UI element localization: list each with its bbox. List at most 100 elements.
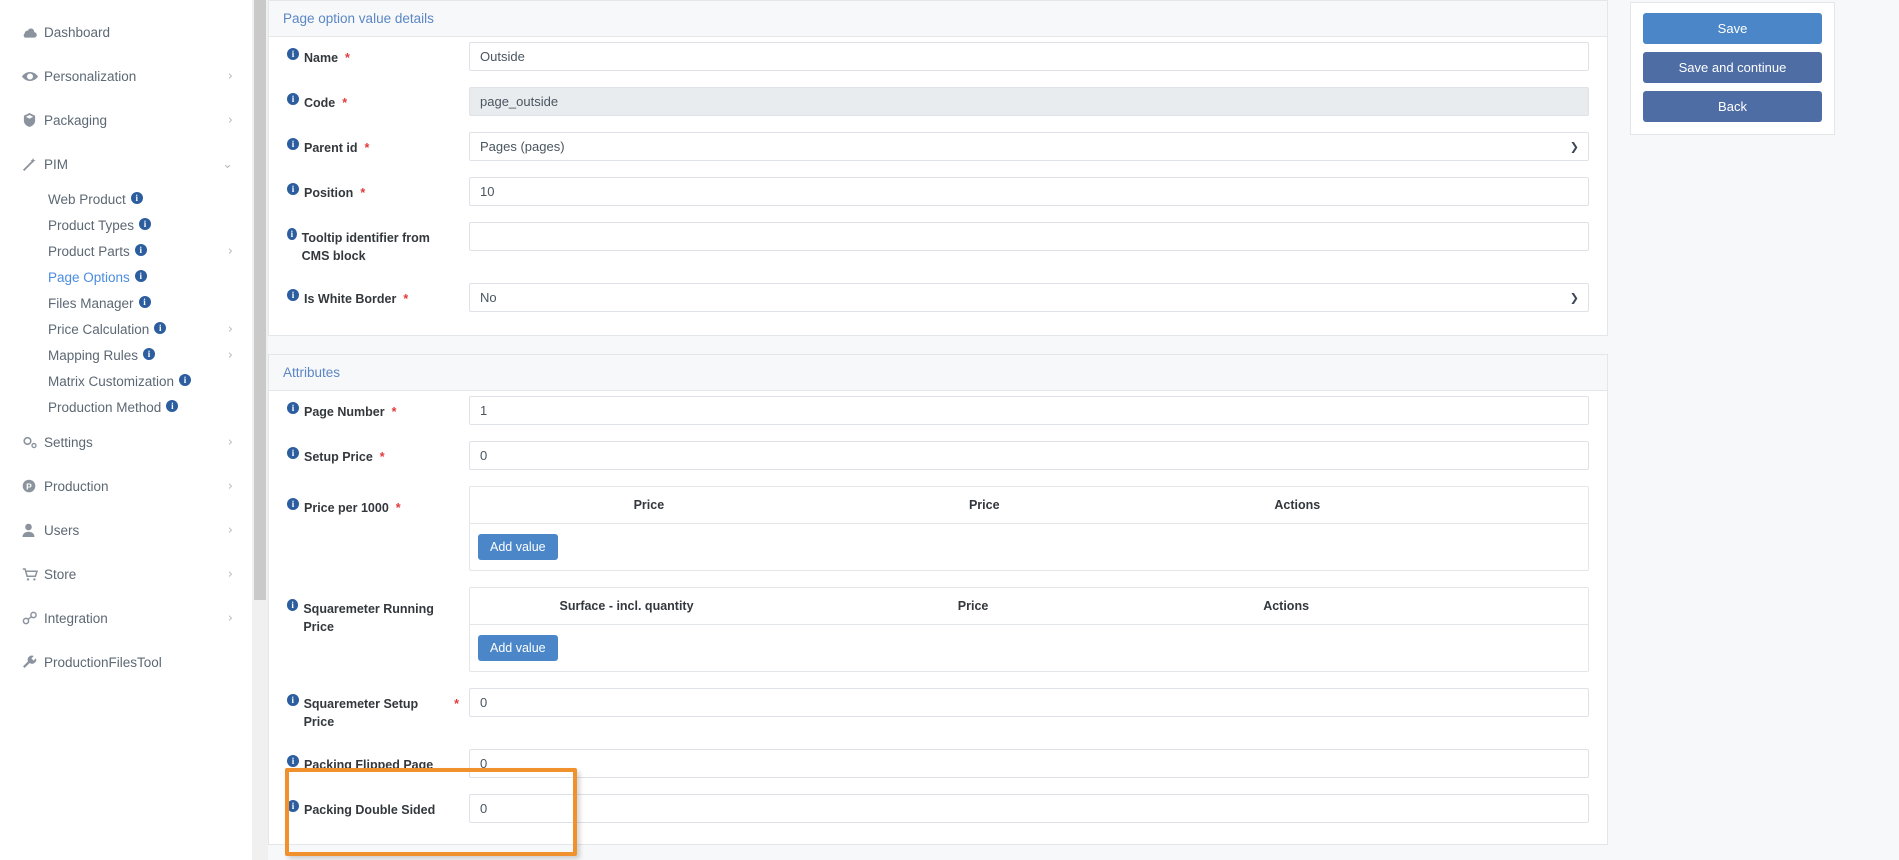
squaremeter-running-price-table: Surface - incl. quantity Price Actions A…	[469, 587, 1589, 672]
field-row-code: i Code *	[269, 82, 1607, 127]
tooltip-identifier-input[interactable]	[469, 222, 1589, 251]
label-text: Code	[304, 96, 336, 110]
field-label-code: i Code *	[269, 82, 469, 124]
label-text: Is White Border	[304, 292, 397, 306]
sidebar-item-users[interactable]: Users ›	[0, 508, 251, 552]
sidebar-subitem-label: Price Calculation	[48, 321, 150, 337]
field-label-squaremeter-setup-price: i Squaremeter Setup Price *	[269, 683, 469, 743]
field-row-parent-id: i Parent id * Pages (pages) ❯	[269, 127, 1607, 172]
label-text: Packing Double Sided	[304, 803, 436, 817]
sidebar-item-price-calculation[interactable]: Price Calculation i ›	[0, 316, 251, 342]
label-text: Squaremeter Running Price	[303, 602, 434, 634]
field-row-tooltip-identifier: i Tooltip identifier from CMS block	[269, 217, 1607, 278]
field-control-packing-flipped-page	[469, 744, 1607, 788]
price-per-1000-table: Price Price Actions Add value	[469, 486, 1589, 571]
field-control-squaremeter-running-price: Surface - incl. quantity Price Actions A…	[469, 582, 1607, 682]
main-content: Page option value details i Name * Outsi…	[268, 0, 1899, 860]
chevron-right-icon: ›	[227, 68, 233, 84]
info-icon: i	[287, 402, 299, 414]
position-input[interactable]	[469, 177, 1589, 206]
circle-p-icon: P	[22, 479, 44, 493]
field-row-name: i Name *	[269, 37, 1607, 82]
card-body-details: i Name * i Code *	[269, 37, 1607, 335]
sidebar-item-store[interactable]: Store ›	[0, 552, 251, 596]
page-scrollbar[interactable]	[252, 0, 268, 860]
chevron-right-icon: ›	[227, 347, 233, 363]
label-text: Page Number	[304, 405, 385, 419]
sidebar-item-personalization[interactable]: Personalization ›	[0, 54, 251, 98]
field-control-squaremeter-setup-price	[469, 683, 1607, 727]
info-icon: i	[287, 93, 299, 105]
user-icon	[22, 523, 44, 537]
sidebar-item-production-files-tool[interactable]: ProductionFilesTool	[0, 640, 251, 684]
sidebar: Dashboard Personalization › Packaging › …	[0, 0, 252, 860]
sidebar-subitem-label: Page Options	[48, 269, 130, 285]
sidebar-item-mapping-rules[interactable]: Mapping Rules i ›	[0, 342, 251, 368]
field-control-name	[469, 37, 1607, 81]
sidebar-item-matrix-customization[interactable]: Matrix Customization i	[0, 368, 251, 394]
field-label-packing-flipped-page: i Packing Flipped Page	[269, 744, 469, 786]
info-icon: i	[143, 348, 156, 360]
is-white-border-select[interactable]: No	[469, 283, 1589, 312]
sidebar-item-label: Production	[44, 478, 109, 494]
add-value-button-squaremeter-running-price[interactable]: Add value	[478, 635, 558, 661]
sidebar-item-label: Settings	[44, 434, 93, 450]
eye-icon	[22, 71, 44, 82]
field-control-price-per-1000: Price Price Actions Add value	[469, 481, 1607, 581]
required-marker: *	[364, 141, 370, 155]
sidebar-item-production[interactable]: P Production ›	[0, 464, 251, 508]
info-icon: i	[287, 599, 299, 611]
sidebar-item-label: PIM	[44, 156, 69, 172]
table-footer: Add value	[470, 625, 1588, 671]
required-marker: *	[403, 292, 409, 306]
required-marker: *	[345, 51, 350, 65]
save-button[interactable]: Save	[1643, 13, 1822, 44]
column-header-price: Price	[957, 599, 989, 613]
field-label-price-per-1000: i Price per 1000 *	[269, 481, 469, 529]
parent-id-select[interactable]: Pages (pages)	[469, 132, 1589, 161]
sidebar-item-pim[interactable]: PIM ⌄	[0, 142, 251, 186]
sidebar-item-web-product[interactable]: Web Product i	[0, 186, 251, 212]
packing-double-sided-input[interactable]	[469, 794, 1589, 823]
link-icon	[22, 611, 44, 625]
page-number-input[interactable]	[469, 396, 1589, 425]
sidebar-item-packaging[interactable]: Packaging ›	[0, 98, 251, 142]
sidebar-item-label: Packaging	[44, 112, 108, 128]
back-button[interactable]: Back	[1643, 91, 1822, 122]
add-value-button-price-per-1000[interactable]: Add value	[478, 534, 558, 560]
sidebar-item-page-options[interactable]: Page Options i	[0, 264, 251, 290]
sidebar-item-label: Integration	[44, 610, 108, 626]
column-header-actions: Actions	[1274, 498, 1321, 512]
parent-id-select-wrap: Pages (pages) ❯	[469, 132, 1589, 161]
svg-text:P: P	[26, 481, 32, 491]
info-icon: i	[179, 374, 192, 386]
info-icon: i	[130, 192, 143, 204]
sidebar-item-dashboard[interactable]: Dashboard	[0, 10, 251, 54]
sidebar-item-settings[interactable]: Settings ›	[0, 420, 251, 464]
name-input[interactable]	[469, 42, 1589, 71]
info-icon: i	[287, 755, 299, 767]
label-text: Squaremeter Setup Price	[303, 697, 419, 729]
chevron-right-icon: ›	[227, 112, 233, 128]
sidebar-item-integration[interactable]: Integration ›	[0, 596, 251, 640]
save-and-continue-button[interactable]: Save and continue	[1643, 52, 1822, 83]
sidebar-item-product-types[interactable]: Product Types i	[0, 212, 251, 238]
info-icon: i	[287, 289, 299, 301]
required-marker: *	[379, 450, 385, 464]
sidebar-item-files-manager[interactable]: Files Manager i	[0, 290, 251, 316]
field-row-squaremeter-running-price: i Squaremeter Running Price Surface - in…	[269, 582, 1607, 683]
table-footer: Add value	[470, 524, 1588, 570]
sidebar-item-label: Personalization	[44, 68, 137, 84]
squaremeter-setup-price-input[interactable]	[469, 688, 1589, 717]
setup-price-input[interactable]	[469, 441, 1589, 470]
info-icon: i	[154, 322, 167, 334]
column-header-surface: Surface - incl. quantity	[559, 599, 694, 613]
sidebar-item-product-parts[interactable]: Product Parts i ›	[0, 238, 251, 264]
package-icon	[22, 113, 44, 127]
sidebar-item-production-method[interactable]: Production Method i	[0, 394, 251, 420]
packing-flipped-page-input[interactable]	[469, 749, 1589, 778]
table-header-row: Price Price Actions	[470, 487, 1588, 524]
scrollbar-thumb[interactable]	[254, 0, 266, 600]
table-header-row: Surface - incl. quantity Price Actions	[470, 588, 1588, 625]
wrench-icon	[22, 655, 44, 669]
